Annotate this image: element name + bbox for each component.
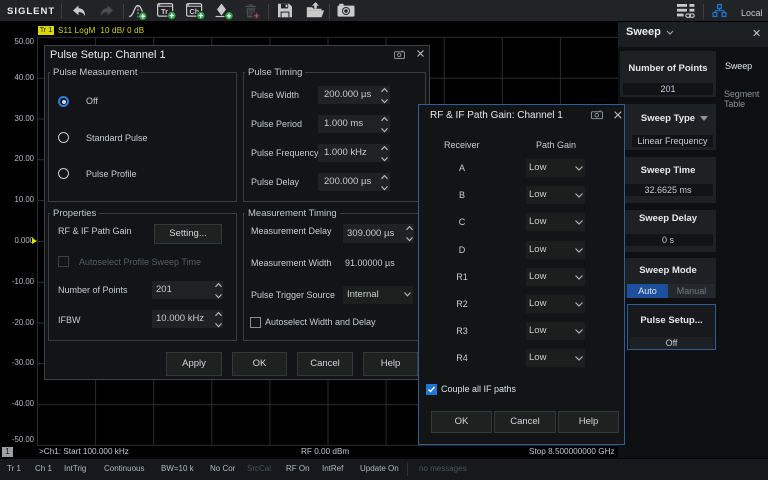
- svg-text:Tr: Tr: [161, 7, 168, 16]
